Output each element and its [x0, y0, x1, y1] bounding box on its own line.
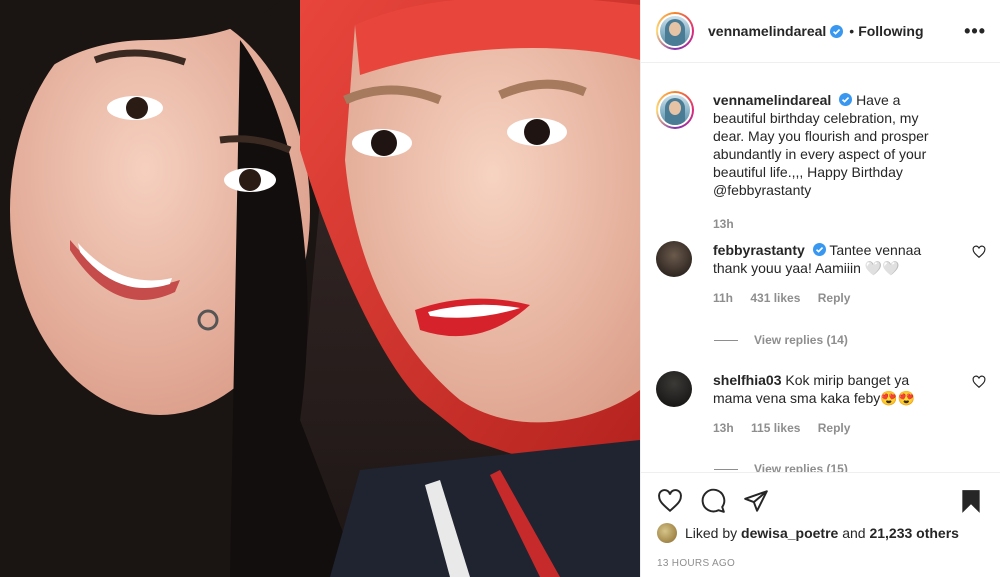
comment-time: 13h — [713, 421, 734, 435]
verified-badge-icon — [812, 243, 826, 256]
reply-button[interactable]: Reply — [818, 421, 851, 435]
caption-body: vennamelindareal Have a beautiful birthd… — [713, 91, 951, 233]
follow-separator: • — [849, 23, 855, 39]
comment-time: 11h — [713, 291, 734, 305]
liked-by-prefix: Liked by — [685, 525, 738, 541]
likes-summary: Liked by dewisa_poetre and 21,233 others — [657, 523, 959, 543]
liker-avatar[interactable] — [657, 523, 677, 543]
caption-row: vennamelindareal Have a beautiful birthd… — [656, 91, 986, 233]
liked-by-and: and — [842, 525, 866, 541]
share-send-icon[interactable] — [743, 488, 769, 514]
like-comment-heart-icon[interactable] — [972, 375, 986, 389]
caption-username[interactable]: vennamelindareal — [713, 92, 831, 108]
comment-body: febbyrastanty Tantee vennaa thank youu y… — [713, 241, 951, 307]
comment-username[interactable]: shelfhia03 — [713, 372, 781, 388]
caption-time: 13h — [713, 217, 734, 231]
comment-row: shelfhia03 Kok mirip banget ya mama vena… — [656, 371, 986, 437]
selfie-illustration — [0, 0, 640, 577]
comment-row: febbyrastanty Tantee vennaa thank youu y… — [656, 241, 986, 307]
comment-body: shelfhia03 Kok mirip banget ya mama vena… — [713, 371, 951, 437]
comment-meta: 13h 115 likes Reply — [713, 419, 951, 437]
more-options-icon[interactable]: ••• — [964, 21, 986, 42]
caption-avatar[interactable] — [656, 91, 694, 129]
comment-likes[interactable]: 431 likes — [750, 291, 800, 305]
save-bookmark-icon[interactable] — [958, 488, 984, 514]
following-button[interactable]: Following — [858, 23, 923, 39]
comment-meta: 11h 431 likes Reply — [713, 289, 951, 307]
like-comment-heart-icon[interactable] — [972, 245, 986, 259]
comment-avatar[interactable] — [656, 241, 692, 277]
comment-avatar[interactable] — [656, 371, 692, 407]
post-timestamp[interactable]: 13 HOURS AGO — [657, 558, 735, 569]
comments-section[interactable]: vennamelindareal Have a beautiful birthd… — [641, 64, 1000, 472]
verified-badge-icon — [830, 24, 844, 38]
post-sidebar: vennamelindareal • Following ••• venname… — [640, 0, 1000, 577]
verified-badge-icon — [839, 93, 853, 106]
author-avatar[interactable] — [656, 12, 694, 50]
comment-username[interactable]: febbyrastanty — [713, 242, 805, 258]
view-replies-link[interactable]: View replies (15) — [714, 462, 848, 472]
comment-bubble-icon[interactable] — [700, 488, 726, 514]
like-heart-icon[interactable] — [657, 488, 683, 514]
post-actions: Liked by dewisa_poetre and 21,233 others… — [641, 472, 1000, 569]
comment-likes[interactable]: 115 likes — [751, 421, 800, 435]
post-header: vennamelindareal • Following ••• — [641, 0, 1000, 63]
instagram-post-window: vennamelindareal • Following ••• venname… — [0, 0, 1000, 577]
likes-count[interactable]: 21,233 others — [869, 525, 959, 541]
reply-button[interactable]: Reply — [818, 291, 851, 305]
post-photo[interactable] — [0, 0, 640, 577]
author-username[interactable]: vennamelindareal — [708, 23, 826, 39]
action-icons — [641, 473, 1000, 529]
liked-by-user[interactable]: dewisa_poetre — [741, 525, 838, 541]
view-replies-link[interactable]: View replies (14) — [714, 333, 848, 347]
